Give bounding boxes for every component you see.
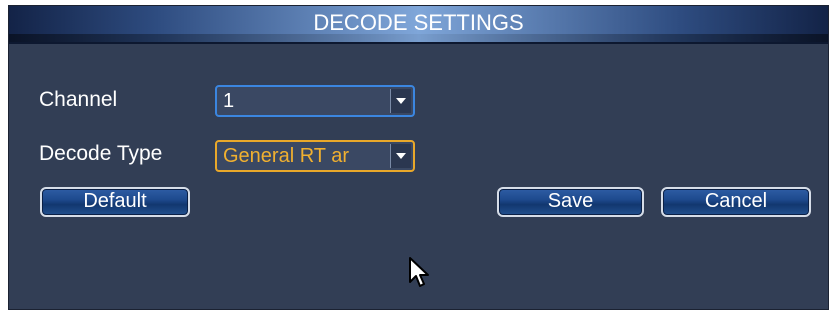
decode-type-dropdown-button[interactable]: [390, 144, 411, 168]
chevron-down-icon: [396, 153, 406, 159]
decode-type-select[interactable]: General RT ar: [215, 140, 415, 172]
default-button[interactable]: Default: [40, 187, 190, 217]
channel-label: Channel: [39, 88, 118, 111]
channel-select[interactable]: 1: [215, 85, 415, 117]
title-bar: DECODE SETTINGS: [9, 6, 828, 44]
decode-type-label: Decode Type: [39, 142, 163, 165]
dialog-title: DECODE SETTINGS: [313, 10, 524, 35]
channel-select-value: 1: [223, 90, 235, 112]
save-button[interactable]: Save: [497, 187, 644, 217]
channel-dropdown-button[interactable]: [390, 89, 411, 113]
cancel-button[interactable]: Cancel: [661, 187, 811, 217]
decode-type-select-value: General RT ar: [223, 145, 349, 167]
chevron-down-icon: [396, 98, 406, 104]
mouse-cursor-icon: [409, 257, 429, 287]
